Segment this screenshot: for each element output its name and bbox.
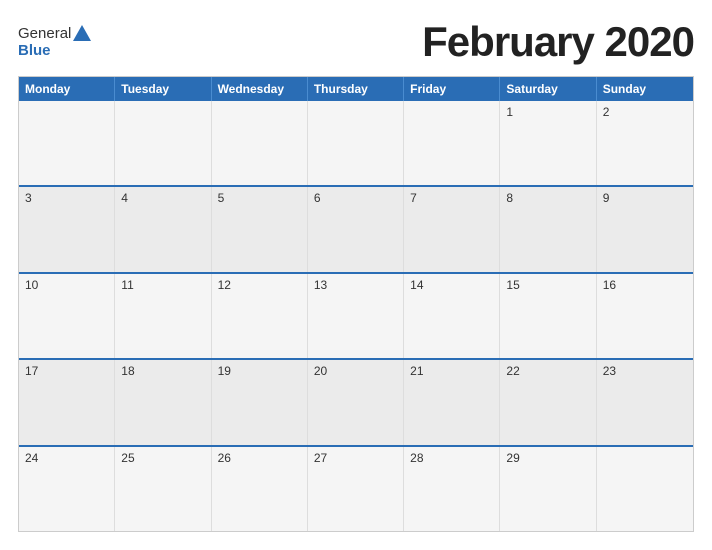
calendar-cell: 7 bbox=[404, 187, 500, 271]
day-number: 19 bbox=[218, 364, 301, 378]
calendar-cell bbox=[597, 447, 693, 531]
calendar-row: 12 bbox=[19, 101, 693, 185]
calendar-cell: 28 bbox=[404, 447, 500, 531]
calendar-cell: 20 bbox=[308, 360, 404, 444]
calendar-cell bbox=[115, 101, 211, 185]
calendar-cell: 8 bbox=[500, 187, 596, 271]
day-number: 3 bbox=[25, 191, 108, 205]
day-number: 23 bbox=[603, 364, 687, 378]
calendar-row: 24 25 26 27 28 29 bbox=[19, 445, 693, 531]
calendar-cell bbox=[19, 101, 115, 185]
day-number: 15 bbox=[506, 278, 589, 292]
calendar-cell bbox=[308, 101, 404, 185]
cal-header-cell: Thursday bbox=[308, 77, 404, 101]
calendar-cell: 3 bbox=[19, 187, 115, 271]
day-number: 6 bbox=[314, 191, 397, 205]
calendar-cell: 26 bbox=[212, 447, 308, 531]
day-number: 27 bbox=[314, 451, 397, 465]
day-number: 25 bbox=[121, 451, 204, 465]
calendar-cell: 13 bbox=[308, 274, 404, 358]
calendar-cell: 10 bbox=[19, 274, 115, 358]
page: General Blue February 2020 MondayTuesday… bbox=[0, 0, 712, 550]
calendar-cell bbox=[212, 101, 308, 185]
header: General Blue February 2020 bbox=[18, 18, 694, 66]
day-number: 29 bbox=[506, 451, 589, 465]
calendar-cell: 9 bbox=[597, 187, 693, 271]
calendar: MondayTuesdayWednesdayThursdayFridaySatu… bbox=[18, 76, 694, 532]
logo: General Blue bbox=[18, 25, 93, 59]
day-number: 18 bbox=[121, 364, 204, 378]
day-number: 28 bbox=[410, 451, 493, 465]
cal-header-cell: Friday bbox=[404, 77, 500, 101]
calendar-cell: 2 bbox=[597, 101, 693, 185]
month-title: February 2020 bbox=[422, 18, 694, 66]
day-number: 11 bbox=[121, 278, 204, 292]
day-number: 9 bbox=[603, 191, 687, 205]
day-number: 26 bbox=[218, 451, 301, 465]
calendar-row: 10 11 12 13 14 15 16 bbox=[19, 272, 693, 358]
logo-row: General bbox=[18, 25, 93, 42]
day-number: 2 bbox=[603, 105, 687, 119]
calendar-cell: 29 bbox=[500, 447, 596, 531]
calendar-cell: 24 bbox=[19, 447, 115, 531]
day-number: 10 bbox=[25, 278, 108, 292]
calendar-cell: 23 bbox=[597, 360, 693, 444]
logo-general-text: General bbox=[18, 25, 71, 42]
calendar-row: 3456789 bbox=[19, 185, 693, 271]
calendar-cell: 12 bbox=[212, 274, 308, 358]
cal-header-cell: Wednesday bbox=[212, 77, 308, 101]
logo-blue-text: Blue bbox=[18, 42, 51, 59]
logo-triangle-icon bbox=[73, 25, 91, 41]
cal-header-cell: Tuesday bbox=[115, 77, 211, 101]
calendar-cell: 15 bbox=[500, 274, 596, 358]
calendar-cell: 6 bbox=[308, 187, 404, 271]
calendar-cell: 18 bbox=[115, 360, 211, 444]
day-number: 4 bbox=[121, 191, 204, 205]
calendar-cell: 4 bbox=[115, 187, 211, 271]
day-number: 7 bbox=[410, 191, 493, 205]
calendar-cell: 14 bbox=[404, 274, 500, 358]
day-number: 5 bbox=[218, 191, 301, 205]
calendar-cell: 1 bbox=[500, 101, 596, 185]
calendar-cell: 16 bbox=[597, 274, 693, 358]
day-number: 12 bbox=[218, 278, 301, 292]
day-number: 8 bbox=[506, 191, 589, 205]
cal-header-cell: Saturday bbox=[500, 77, 596, 101]
day-number: 1 bbox=[506, 105, 589, 119]
cal-header-cell: Sunday bbox=[597, 77, 693, 101]
calendar-cell: 17 bbox=[19, 360, 115, 444]
calendar-cell: 19 bbox=[212, 360, 308, 444]
day-number: 24 bbox=[25, 451, 108, 465]
day-number: 16 bbox=[603, 278, 687, 292]
calendar-cell: 27 bbox=[308, 447, 404, 531]
day-number: 17 bbox=[25, 364, 108, 378]
day-number: 13 bbox=[314, 278, 397, 292]
day-number: 22 bbox=[506, 364, 589, 378]
calendar-cell: 25 bbox=[115, 447, 211, 531]
day-number: 20 bbox=[314, 364, 397, 378]
calendar-row: 17 18 19 20 21 22 23 bbox=[19, 358, 693, 444]
calendar-cell: 5 bbox=[212, 187, 308, 271]
day-number: 14 bbox=[410, 278, 493, 292]
calendar-header: MondayTuesdayWednesdayThursdayFridaySatu… bbox=[19, 77, 693, 101]
cal-header-cell: Monday bbox=[19, 77, 115, 101]
calendar-body: 1234567891011121314151617181920212223242… bbox=[19, 101, 693, 531]
calendar-cell: 21 bbox=[404, 360, 500, 444]
calendar-cell: 22 bbox=[500, 360, 596, 444]
calendar-cell: 11 bbox=[115, 274, 211, 358]
calendar-cell bbox=[404, 101, 500, 185]
day-number: 21 bbox=[410, 364, 493, 378]
